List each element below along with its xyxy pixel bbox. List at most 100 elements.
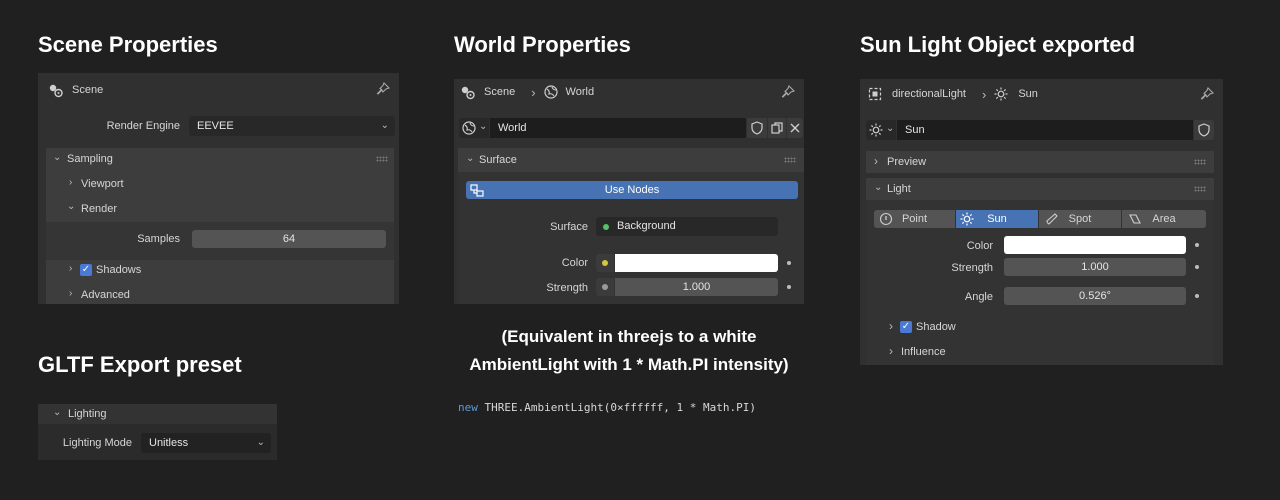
chevron-down-icon: ⌄ [380, 120, 389, 131]
fake-user-button[interactable] [747, 118, 767, 138]
chevron-right-icon[interactable]: › [889, 319, 893, 333]
shadow-checkbox[interactable]: ✓ [900, 321, 912, 333]
surface-section-title[interactable]: Surface [479, 154, 517, 166]
chevron-right-icon[interactable]: › [889, 344, 893, 358]
sampling-section: ⌄ Sampling › Viewport ⌄ Render Samples 6… [46, 148, 394, 304]
light-browse-button[interactable]: ⌄ [866, 120, 896, 140]
sun-icon [994, 87, 1008, 101]
keyframe-dot-icon[interactable] [1195, 243, 1199, 247]
color-swatch[interactable] [615, 254, 778, 272]
render-engine-select[interactable]: EEVEE ⌄ [189, 116, 395, 136]
shadows-label[interactable]: Shadows [96, 264, 141, 276]
samples-field[interactable]: 64 [192, 230, 386, 248]
chevron-down-icon[interactable]: ⌄ [53, 407, 61, 418]
samples-label: Samples [137, 233, 180, 245]
equivalence-caption: (Equivalent in threejs to a white Ambien… [454, 323, 804, 379]
keyframe-dot-icon[interactable] [1195, 265, 1199, 269]
chevron-right-icon: › [982, 86, 987, 102]
angle-label: Angle [964, 291, 993, 303]
light-type-point[interactable]: Point [874, 210, 955, 228]
surface-shader-field[interactable]: Background [596, 217, 778, 236]
fake-user-button[interactable] [1194, 120, 1214, 140]
area-light-icon [1128, 212, 1142, 226]
use-nodes-button[interactable]: Use Nodes [466, 181, 798, 199]
pin-icon[interactable] [1199, 86, 1215, 102]
shield-icon [750, 121, 764, 135]
close-icon [790, 122, 800, 134]
light-section: ⌄ Light Point Sun Spot Area Color Streng… [866, 178, 1214, 365]
light-type-sun[interactable]: Sun [956, 210, 1038, 228]
influence-subsection[interactable]: Influence [901, 346, 946, 358]
shield-icon [1197, 123, 1211, 137]
breadcrumb-world[interactable]: World [566, 86, 595, 98]
chevron-down-icon: ⌄ [886, 123, 895, 134]
chevron-down-icon[interactable]: ⌄ [466, 153, 474, 164]
strength-socket-button[interactable] [596, 278, 614, 296]
chevron-down-icon[interactable]: ⌄ [53, 152, 61, 163]
drag-handle-icon[interactable] [784, 157, 796, 163]
world-header: Scene › World [454, 79, 804, 105]
chevron-right-icon[interactable]: › [69, 177, 72, 188]
drag-handle-icon[interactable] [1194, 186, 1206, 192]
chevron-right-icon[interactable]: › [69, 288, 72, 299]
unlink-button[interactable] [787, 118, 803, 138]
duplicate-button[interactable] [768, 118, 786, 138]
pin-icon[interactable] [375, 81, 391, 97]
breadcrumb-light[interactable]: Sun [1018, 88, 1038, 100]
point-light-icon [879, 212, 893, 226]
light-type-point-label: Point [901, 213, 928, 225]
world-name-field[interactable]: World [490, 118, 746, 138]
light-type-spot[interactable]: Spot [1039, 210, 1121, 228]
copy-icon [770, 121, 784, 135]
angle-field[interactable]: 0.526° [1004, 287, 1186, 305]
pin-icon[interactable] [780, 84, 796, 100]
chevron-right-icon[interactable]: › [69, 263, 72, 274]
light-name-field[interactable]: Sun [897, 120, 1193, 140]
scene-icon [460, 84, 476, 100]
lighting-mode-select[interactable]: Unitless ⌄ [141, 433, 271, 453]
keyframe-dot-icon[interactable] [1195, 294, 1199, 298]
chevron-down-icon[interactable]: ⌄ [874, 182, 882, 193]
advanced-subsection[interactable]: Advanced [81, 289, 130, 301]
lighting-mode-value: Unitless [149, 437, 189, 449]
world-browse-button[interactable]: ⌄ [459, 118, 489, 138]
color-socket-button[interactable] [596, 254, 614, 272]
sampling-section-title[interactable]: Sampling [67, 153, 113, 165]
light-section-title[interactable]: Light [887, 183, 911, 195]
caption-line-1: (Equivalent in threejs to a white [501, 327, 757, 346]
sun-icon [869, 123, 883, 137]
lighting-section-title[interactable]: Lighting [68, 408, 107, 420]
surface-section: ⌄ Surface Use Nodes Surface Background C… [458, 148, 804, 304]
caption-line-2: AmbientLight with 1 * Math.PI intensity) [469, 355, 789, 374]
scene-header-label: Scene [72, 84, 104, 96]
breadcrumb-object[interactable]: directionalLight [892, 88, 966, 100]
world-icon [543, 85, 558, 99]
surface-shader-value: Background [617, 220, 676, 232]
use-nodes-label: Use Nodes [604, 184, 660, 196]
keyframe-dot-icon[interactable] [787, 261, 791, 265]
breadcrumb-scene[interactable]: Scene [484, 86, 515, 98]
color-socket-icon [602, 260, 608, 266]
chevron-right-icon: › [531, 84, 536, 100]
strength-field[interactable]: 1.000 [1004, 258, 1186, 276]
scene-properties-panel: Scene Render Engine EEVEE ⌄ ⌄ Sampling ›… [38, 73, 399, 304]
strength-field[interactable]: 1.000 [615, 278, 778, 296]
preview-section[interactable]: › Preview [866, 151, 1214, 173]
shadow-subsection[interactable]: Shadow [916, 321, 956, 333]
render-engine-label: Render Engine [106, 120, 180, 132]
color-label: Color [561, 257, 588, 269]
keyframe-dot-icon[interactable] [787, 285, 791, 289]
shadows-checkbox[interactable]: ✓ [80, 264, 92, 276]
strength-label: Strength [951, 262, 993, 274]
color-swatch[interactable] [1004, 236, 1186, 254]
viewport-subsection[interactable]: Viewport [81, 178, 124, 190]
light-type-area[interactable]: Area [1122, 210, 1206, 228]
code-keyword: new [458, 401, 478, 414]
chevron-down-icon[interactable]: ⌄ [67, 201, 75, 212]
drag-handle-icon[interactable] [1194, 159, 1206, 165]
drag-handle-icon[interactable] [376, 156, 388, 162]
render-subsection[interactable]: Render [81, 203, 117, 215]
chevron-right-icon: › [874, 154, 878, 168]
heading-world-properties: World Properties [454, 32, 631, 57]
surface-label: Surface [550, 221, 588, 233]
